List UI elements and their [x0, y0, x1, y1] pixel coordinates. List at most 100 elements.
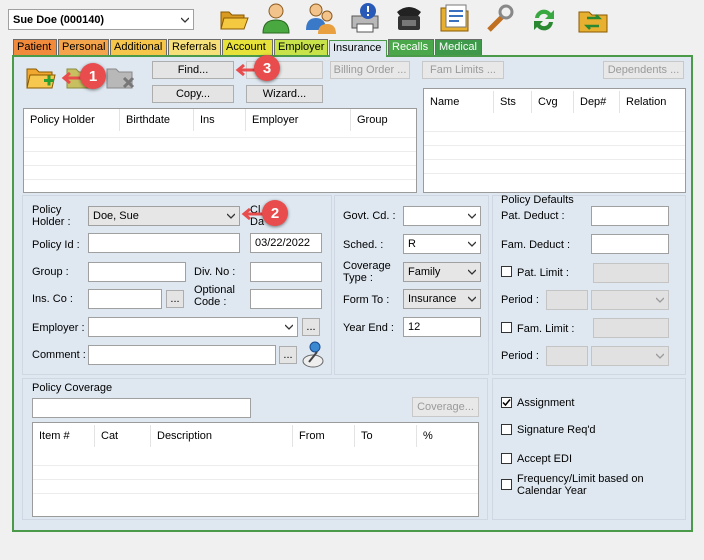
tab-medical[interactable]: Medical: [435, 39, 482, 55]
tools-icon[interactable]: [485, 4, 515, 34]
column-header[interactable]: Item #: [33, 425, 95, 447]
column-header[interactable]: Policy Holder: [24, 109, 120, 131]
column-header[interactable]: %: [417, 425, 473, 447]
column-header[interactable]: To: [355, 425, 417, 447]
frequency-checkbox[interactable]: [501, 479, 512, 490]
chevron-down-icon: [656, 353, 664, 359]
assignment-checkbox[interactable]: [501, 397, 512, 408]
div-no-input[interactable]: [250, 262, 322, 282]
dependents-grid[interactable]: Name Sts Cvg Dep# Relation: [423, 88, 686, 193]
column-header[interactable]: Cvg: [532, 91, 574, 113]
policy-holder-select[interactable]: Doe, Sue: [88, 206, 240, 226]
comment-browse-button[interactable]: ...: [279, 346, 297, 364]
year-end-input[interactable]: 12: [403, 317, 481, 337]
coverage-button[interactable]: Coverage...: [412, 397, 479, 417]
period-input[interactable]: [546, 290, 588, 310]
tab-additional[interactable]: Additional: [110, 39, 167, 55]
period2-input[interactable]: [546, 346, 588, 366]
pat-deduct-label: Pat. Deduct :: [501, 210, 565, 222]
find-button[interactable]: Find...: [152, 61, 234, 79]
grid-line: [33, 479, 478, 480]
add-folder-icon[interactable]: [26, 66, 56, 92]
fam-limit-checkbox[interactable]: [501, 322, 512, 333]
chevron-down-icon: [227, 213, 235, 219]
date-input[interactable]: 03/22/2022: [250, 233, 322, 253]
column-header[interactable]: Description: [151, 425, 293, 447]
note-writer-icon[interactable]: [300, 340, 326, 368]
delete-folder-icon[interactable]: [106, 66, 136, 92]
ins-co-browse-button[interactable]: ...: [166, 290, 184, 308]
chevron-down-icon: [468, 213, 476, 219]
fam-deduct-input[interactable]: [591, 234, 669, 254]
family-icon[interactable]: [305, 2, 337, 34]
group-input[interactable]: [88, 262, 186, 282]
period-select[interactable]: [591, 290, 669, 310]
tab-recalls[interactable]: Recalls: [388, 39, 434, 55]
policy-grid[interactable]: Policy Holder Birthdate Ins Employer Gro…: [23, 108, 417, 193]
tab-personal[interactable]: Personal: [58, 39, 109, 55]
policy-coverage-input[interactable]: [32, 398, 251, 418]
coverage-type-select[interactable]: Family: [403, 262, 481, 282]
billing-order-button[interactable]: Billing Order ...: [330, 61, 410, 79]
assignment-label: Assignment: [517, 397, 575, 409]
patient-selector-value: Sue Doe (000140): [13, 13, 105, 26]
open-folder-icon[interactable]: [219, 6, 249, 32]
column-header[interactable]: Ins: [194, 109, 246, 131]
policy-id-input[interactable]: [88, 233, 240, 253]
period2-select[interactable]: [591, 346, 669, 366]
comment-input[interactable]: [88, 345, 276, 365]
column-header[interactable]: From: [293, 425, 355, 447]
pat-deduct-input[interactable]: [591, 206, 669, 226]
ins-co-label: Ins. Co :: [32, 293, 73, 305]
accept-edi-checkbox[interactable]: [501, 453, 512, 464]
refresh-icon[interactable]: [529, 6, 559, 34]
fam-limits-button[interactable]: Fam Limits ...: [422, 61, 504, 79]
phone-icon[interactable]: [393, 2, 425, 34]
policy-defaults-title: Policy Defaults: [501, 194, 574, 206]
tab-account[interactable]: Account: [222, 39, 273, 55]
column-header[interactable]: Group: [351, 109, 411, 131]
tab-insurance[interactable]: Insurance: [329, 40, 387, 57]
form-to-select[interactable]: Insurance: [403, 289, 481, 309]
column-header[interactable]: Birthdate: [120, 109, 194, 131]
govt-cd-label: Govt. Cd. :: [343, 210, 396, 222]
grid-line: [33, 465, 478, 466]
transfer-folder-icon[interactable]: [577, 4, 609, 34]
dependents-button[interactable]: Dependents ...: [603, 61, 684, 79]
form-to-label: Form To :: [343, 294, 390, 306]
signature-checkbox[interactable]: [501, 424, 512, 435]
print-alert-icon[interactable]: [349, 2, 381, 34]
coverage-grid[interactable]: Item # Cat Description From To %: [32, 422, 479, 517]
callout-marker-1: 1: [80, 63, 106, 89]
tab-patient[interactable]: Patient: [13, 39, 57, 55]
ins-co-input[interactable]: [88, 289, 162, 309]
govt-cd-select[interactable]: [403, 206, 481, 226]
policy-holder-label: Policy Holder :: [32, 204, 71, 228]
wizard-button[interactable]: Wizard...: [246, 85, 323, 103]
sched-select[interactable]: R: [403, 234, 481, 254]
employer-browse-button[interactable]: ...: [302, 318, 320, 336]
column-header[interactable]: Cat: [95, 425, 151, 447]
policy-id-label: Policy Id :: [32, 239, 80, 251]
column-header[interactable]: Sts: [494, 91, 532, 113]
column-header[interactable]: Dep#: [574, 91, 620, 113]
column-header[interactable]: Relation: [620, 91, 682, 113]
toolbar: [215, 2, 625, 36]
copy-button[interactable]: Copy...: [152, 85, 234, 103]
tab-referrals[interactable]: Referrals: [168, 39, 221, 55]
patient-selector[interactable]: Sue Doe (000140): [8, 9, 194, 30]
optional-code-input[interactable]: [250, 289, 322, 309]
patient-icon[interactable]: [261, 2, 291, 34]
employer-select[interactable]: [88, 317, 298, 337]
fam-limit-input[interactable]: [593, 318, 669, 338]
chevron-down-icon: [285, 324, 293, 330]
column-header[interactable]: Name: [424, 91, 494, 113]
callout-marker-2: 2: [262, 200, 288, 226]
form-to-value: Insurance: [408, 293, 457, 305]
document-list-icon[interactable]: [439, 2, 471, 34]
tab-employer[interactable]: Employer: [274, 39, 328, 55]
column-header[interactable]: Employer: [246, 109, 351, 131]
sched-label: Sched. :: [343, 239, 384, 251]
pat-limit-checkbox[interactable]: [501, 266, 512, 277]
pat-limit-input[interactable]: [593, 263, 669, 283]
